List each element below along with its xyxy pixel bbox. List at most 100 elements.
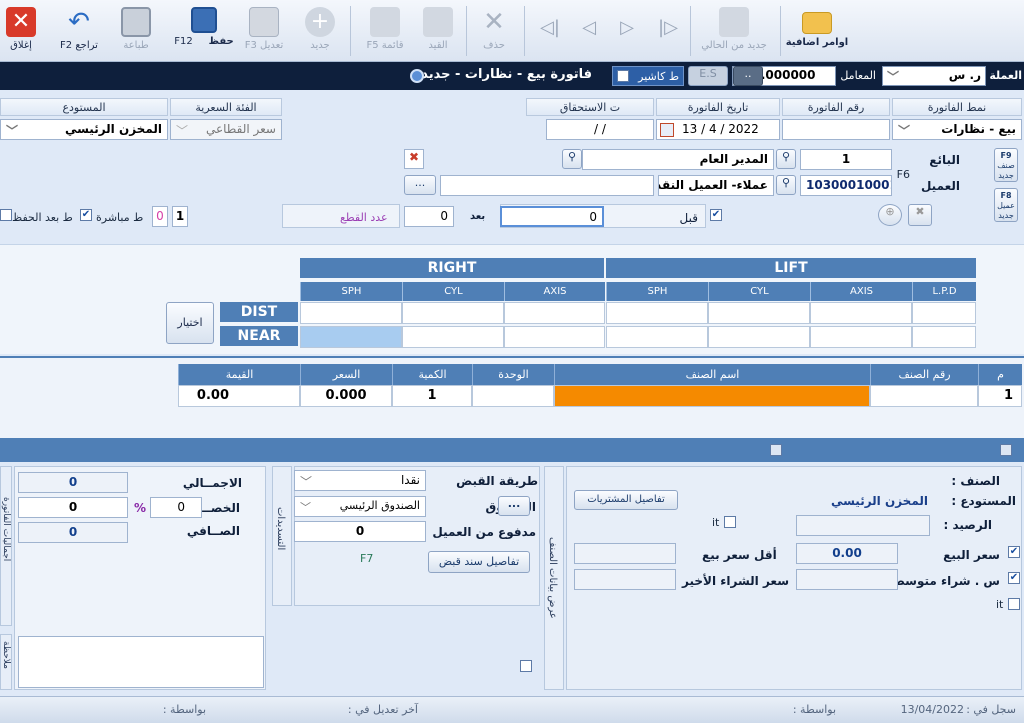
cell-item-name[interactable] <box>554 385 870 407</box>
last-record-button[interactable]: ▷| <box>650 4 686 60</box>
seller-name-field[interactable]: المدير العام <box>582 149 774 170</box>
cell-price[interactable]: 0.000 <box>300 385 392 407</box>
print-zero-field[interactable]: 0 <box>152 206 168 227</box>
cell-item-no[interactable] <box>870 385 978 407</box>
lens-cell-dist[interactable] <box>402 302 504 324</box>
lens-cell-near[interactable] <box>504 326 605 348</box>
new-button[interactable]: + جديد <box>298 4 342 60</box>
due-date-field[interactable]: / / <box>546 119 654 140</box>
invoice-type-select[interactable]: بيع - نظارات ﹀ <box>892 119 1022 140</box>
cell-qty[interactable]: 1 <box>392 385 472 407</box>
created-date: 13/04/2022 <box>900 703 964 716</box>
discount-percent-field[interactable]: 0 <box>150 497 202 518</box>
lens-cell-dist[interactable] <box>708 302 810 324</box>
rate-dots-button[interactable]: .. <box>733 66 763 86</box>
seller-search-button[interactable]: ⚲ <box>776 149 796 169</box>
before-after-checkbox[interactable]: ✔ <box>710 209 722 221</box>
clear-seller-button[interactable]: ✖ <box>404 149 424 169</box>
item-warehouse-value: المخزن الرئيسي <box>830 494 928 508</box>
note-side-tab[interactable]: ملاحظة <box>0 634 12 690</box>
delete-button[interactable]: ✕ حذف <box>476 4 512 60</box>
customer-extra-field[interactable] <box>440 175 654 196</box>
it-checkbox[interactable] <box>724 516 736 528</box>
cashier-toggle[interactable]: ط كاشير <box>612 66 684 86</box>
print-button[interactable]: طباعة <box>118 4 154 60</box>
last-icon: ▷| <box>658 17 678 38</box>
cell-unit[interactable] <box>472 385 554 407</box>
lens-cell-near[interactable] <box>810 326 912 348</box>
lens-cell-near[interactable] <box>606 326 708 348</box>
print-count-field[interactable]: 1 <box>172 206 188 227</box>
price-category-select[interactable]: سعر القطاعي ﹀ <box>170 119 282 140</box>
item-panel-toggle-checkbox[interactable] <box>520 660 532 672</box>
before-field[interactable]: 0 <box>500 206 604 227</box>
new-customer-f8-button[interactable]: F8 عميل جديد <box>994 188 1018 222</box>
customer-name-field[interactable]: عملاء- العميل النقدي <box>658 175 774 196</box>
delete-x-icon: ✕ <box>483 7 505 37</box>
save-button[interactable]: F12 حفظ <box>172 4 236 60</box>
payments-side-tab[interactable]: التسديدات <box>272 466 292 606</box>
avg-cost-checkbox[interactable]: ✔ <box>1008 572 1020 584</box>
warehouse-select[interactable]: المخزن الرئيسي ﹀ <box>0 119 168 140</box>
paid-label: مدفوع من العميل <box>432 525 536 539</box>
list-button[interactable]: قائمة F5 <box>360 4 410 60</box>
delete-party-button[interactable]: ✖ <box>908 204 932 226</box>
divider-checkbox-left[interactable] <box>770 444 782 456</box>
lens-cell-near[interactable] <box>402 326 504 348</box>
purchases-details-button[interactable]: تفاصيل المشتريات <box>574 490 678 510</box>
next-record-button[interactable]: ▷ <box>612 4 642 60</box>
currency-select[interactable]: ر. س ﹀ <box>882 66 986 86</box>
cashbox-ellipsis-button[interactable]: ... <box>498 496 530 516</box>
seller-lookup-button[interactable]: ⚲ <box>562 149 582 169</box>
total-field: 0 <box>18 472 128 493</box>
receipt-details-button[interactable]: تفاصيل سند قبض <box>428 551 530 573</box>
lens-cell-near[interactable] <box>708 326 810 348</box>
customer-search-button[interactable]: ⚲ <box>776 175 796 195</box>
print-after-save-checkbox[interactable] <box>0 209 12 221</box>
invoice-totals-side-tab[interactable]: اجماليات الفاتورة <box>0 466 12 626</box>
prev-record-button[interactable]: ◁ <box>574 4 604 60</box>
divider-checkbox-right[interactable] <box>1000 444 1012 456</box>
note-field[interactable] <box>18 636 264 688</box>
it-checkbox-2[interactable] <box>1008 598 1020 610</box>
extra-commands-button[interactable]: اوامر اضافية <box>784 4 850 60</box>
es-button[interactable]: E.S <box>688 66 728 86</box>
col-qty: الكمية <box>392 364 472 385</box>
new-item-f9-button[interactable]: F9 صنف جديد <box>994 148 1018 182</box>
seller-no-field[interactable]: 1 <box>800 149 892 170</box>
sale-price-checkbox[interactable]: ✔ <box>1008 546 1020 558</box>
lens-cell-dist[interactable] <box>300 302 402 324</box>
invoice-date-field[interactable]: 13 / 4 / 2022 <box>656 119 780 140</box>
lens-cell-dist[interactable] <box>504 302 605 324</box>
balance-label: الرصيد : <box>943 518 993 532</box>
choose-lens-button[interactable]: اختيار <box>166 302 214 344</box>
direct-print-checkbox[interactable]: ✔ <box>80 209 92 221</box>
chevron-down-icon: ﹀ <box>6 124 19 138</box>
paid-field[interactable]: 0 <box>294 521 426 542</box>
add-party-button[interactable]: ⊕ <box>878 204 902 226</box>
customer-ellipsis-button[interactable]: ... <box>404 175 436 195</box>
payment-method-label: طريقة القبض <box>456 474 538 488</box>
entry-button[interactable]: القيد <box>416 4 460 60</box>
edit-button[interactable]: F3 تعديل <box>244 4 284 60</box>
right-eye-header: RIGHT <box>300 258 604 278</box>
invoice-no-field[interactable] <box>782 119 890 140</box>
customer-no-field[interactable]: 10300010001 <box>800 175 892 196</box>
payment-method-select[interactable]: نقدا ﹀ <box>294 470 426 491</box>
undo-button[interactable]: ↶ تراجع F2 <box>56 4 102 60</box>
after-field[interactable]: 0 <box>404 206 454 227</box>
lens-cell-dist[interactable] <box>606 302 708 324</box>
new-from-current-button[interactable]: جديد من الحالي <box>694 4 774 60</box>
cell-value[interactable]: 0.00 <box>178 385 300 407</box>
close-button[interactable]: ✕ إغلاق <box>4 4 38 60</box>
cashier-checkbox[interactable] <box>617 70 629 82</box>
lens-cell-dist[interactable] <box>810 302 912 324</box>
lens-cell-near[interactable] <box>912 326 976 348</box>
item-data-side-tab[interactable]: عرض بيانات الصنف <box>544 466 564 690</box>
cell-index[interactable]: 1 <box>978 385 1022 407</box>
lens-cell-dist[interactable] <box>912 302 976 324</box>
cashbox-select[interactable]: الصندوق الرئيسي ﹀ <box>294 496 426 517</box>
discount-field[interactable]: 0 <box>18 497 128 518</box>
lens-cell-near[interactable] <box>300 326 402 348</box>
first-record-button[interactable]: |◁ <box>532 4 568 60</box>
